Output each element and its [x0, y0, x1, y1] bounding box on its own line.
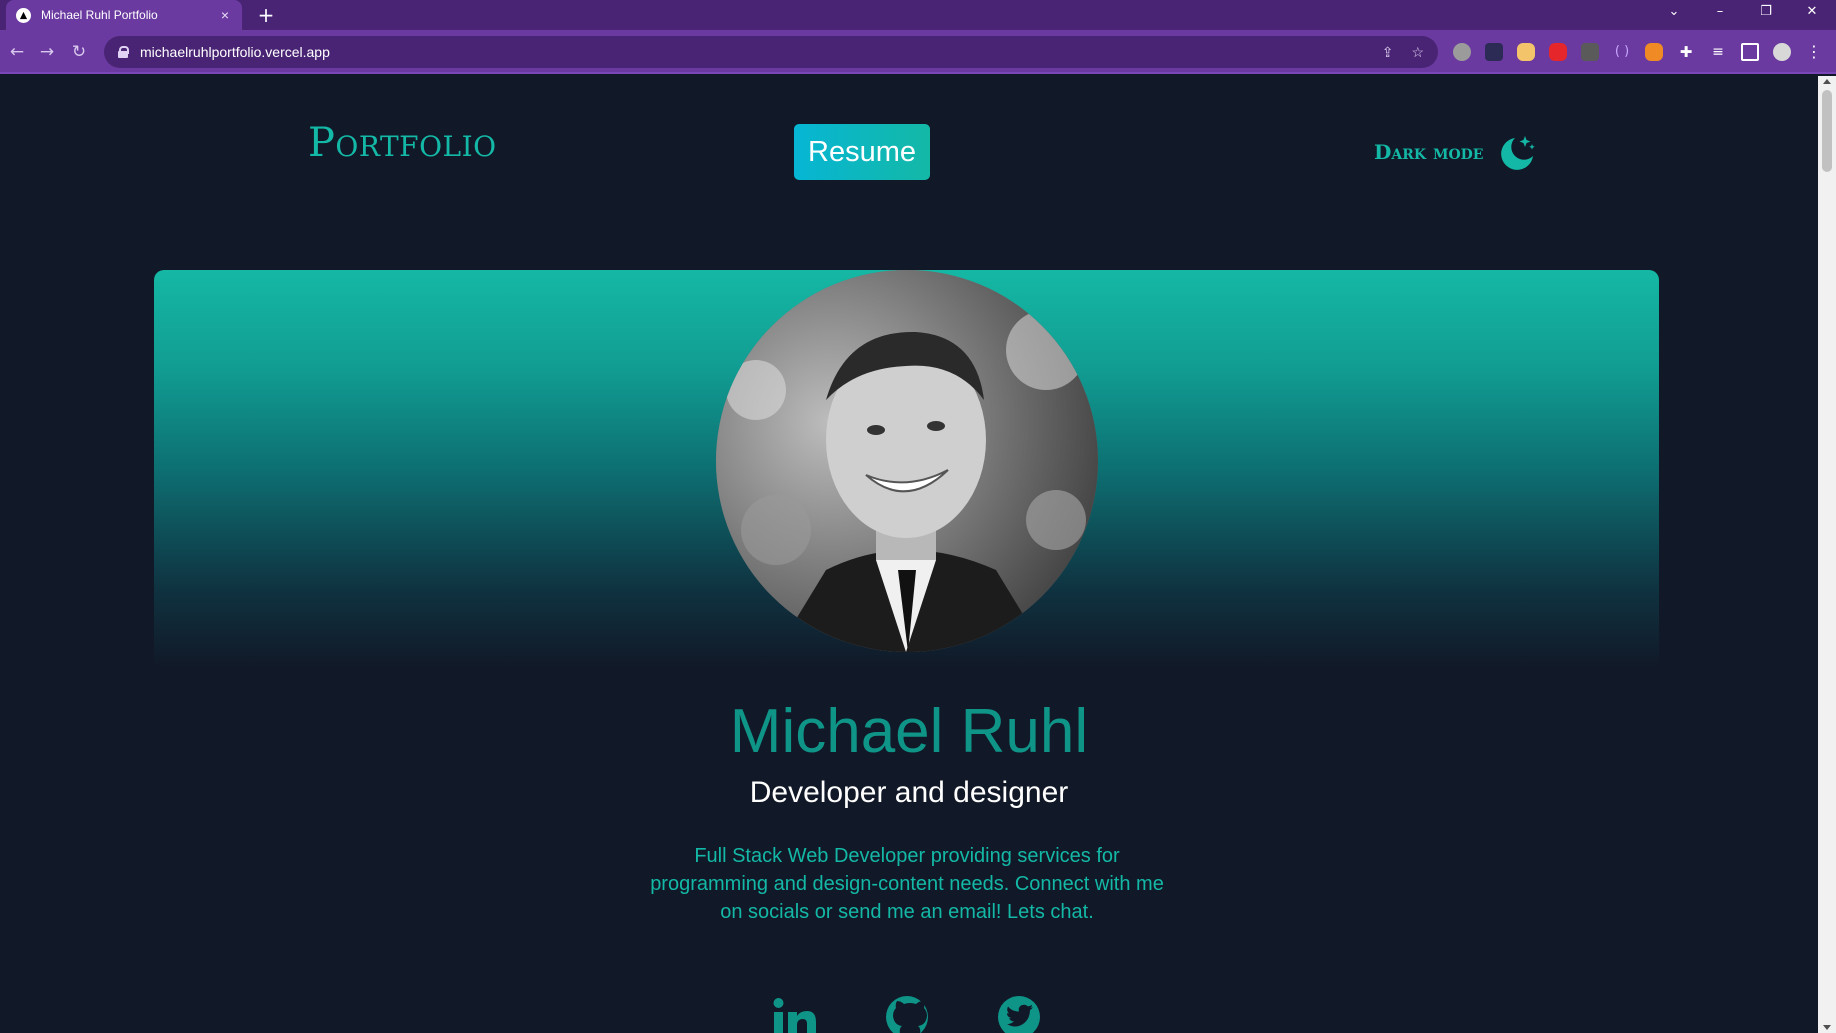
extension-icon[interactable]: ( ) — [1613, 43, 1631, 61]
close-window-button[interactable]: ✕ — [1794, 0, 1830, 24]
new-tab-button[interactable]: + — [254, 3, 278, 27]
restore-button[interactable]: ❐ — [1748, 0, 1784, 24]
address-bar[interactable]: michaelruhlportfolio.vercel.app ⇪ ☆ — [104, 36, 1438, 68]
vercel-favicon-icon — [16, 7, 31, 23]
page-scrollbar[interactable] — [1818, 76, 1836, 1033]
github-link[interactable] — [884, 994, 930, 1033]
media-controls-icon[interactable]: ≡ — [1709, 43, 1727, 61]
metamask-icon[interactable] — [1645, 43, 1663, 61]
resume-button[interactable]: Resume — [794, 124, 930, 180]
profile-photo — [716, 270, 1098, 652]
browser-tab[interactable]: Michael Ruhl Portfolio × — [6, 0, 242, 30]
scroll-up-icon[interactable] — [1823, 79, 1831, 84]
profile-bio: Full Stack Web Developer providing servi… — [650, 845, 1164, 923]
forward-icon[interactable]: → — [34, 39, 60, 65]
extension-icon[interactable] — [1549, 43, 1567, 61]
twitter-link[interactable] — [996, 994, 1042, 1033]
profile-role: Developer and designer — [749, 776, 1069, 809]
bookmark-star-icon[interactable]: ☆ — [1411, 44, 1424, 61]
extension-icon[interactable] — [1581, 43, 1599, 61]
extensions-puzzle-icon[interactable]: ✚ — [1677, 43, 1695, 61]
moon-stars-icon[interactable] — [1497, 132, 1537, 172]
scroll-down-icon[interactable] — [1823, 1025, 1831, 1030]
tab-title: Michael Ruhl Portfolio — [41, 8, 158, 22]
tab-search-icon[interactable]: ⌄ — [1656, 0, 1692, 24]
url-text: michaelruhlportfolio.vercel.app — [140, 44, 330, 60]
page-content: Portfolio Resume Dark mode Michael Ruhl … — [0, 76, 1818, 1033]
lock-icon — [118, 46, 129, 58]
browser-tab-strip: Michael Ruhl Portfolio × + ⌄ – ❐ ✕ — [0, 0, 1836, 30]
minimize-button[interactable]: – — [1702, 0, 1738, 24]
browser-toolbar: ← → ↻ michaelruhlportfolio.vercel.app ⇪ … — [0, 30, 1836, 74]
back-icon[interactable]: ← — [4, 39, 30, 65]
close-tab-icon[interactable]: × — [218, 8, 232, 22]
share-icon[interactable]: ⇪ — [1382, 44, 1394, 61]
social-links — [772, 994, 1042, 1033]
linkedin-link[interactable] — [772, 994, 818, 1033]
linkedin-icon — [773, 998, 816, 1033]
profile-avatar-icon[interactable] — [1773, 43, 1791, 61]
profile-name: Michael Ruhl — [729, 697, 1089, 766]
react-devtools-icon[interactable] — [1485, 43, 1503, 61]
github-icon — [886, 996, 928, 1033]
reload-icon[interactable]: ↻ — [66, 39, 92, 65]
scrollbar-thumb[interactable] — [1822, 90, 1832, 172]
extension-icon[interactable] — [1453, 43, 1471, 61]
extension-icon[interactable] — [1517, 43, 1535, 61]
dark-mode-toggle[interactable]: Dark mode — [1374, 132, 1537, 172]
side-panel-icon[interactable] — [1741, 43, 1759, 61]
brand-logo[interactable]: Portfolio — [308, 120, 497, 166]
browser-menu-icon[interactable]: ⋮ — [1805, 43, 1823, 61]
dark-mode-label: Dark mode — [1374, 140, 1484, 164]
twitter-icon — [998, 996, 1040, 1033]
